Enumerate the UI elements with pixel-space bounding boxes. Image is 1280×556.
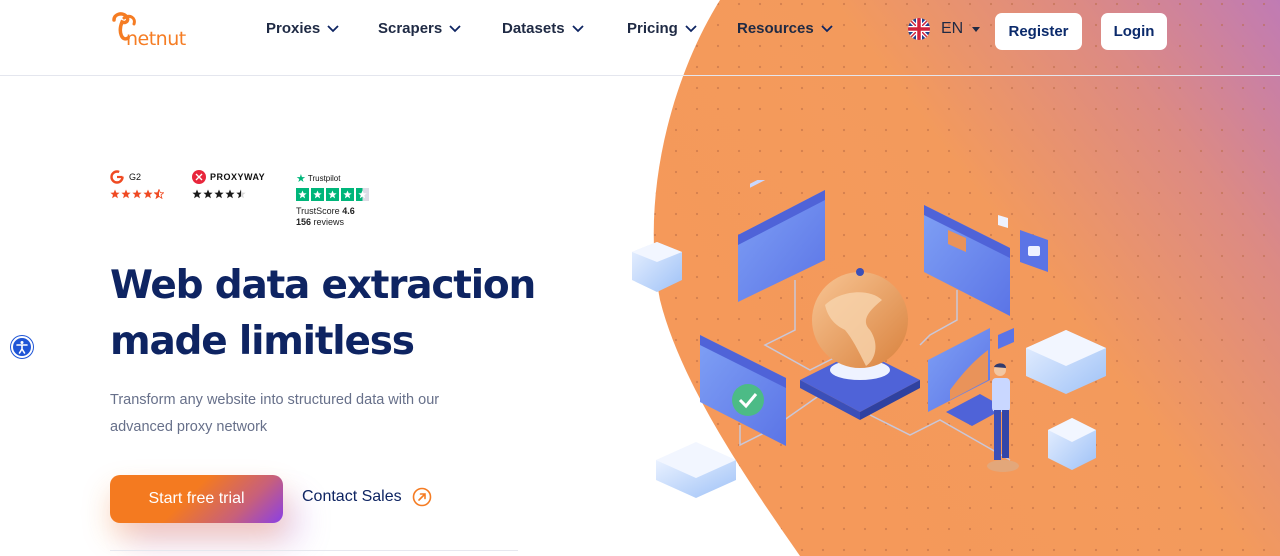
register-button[interactable]: Register	[995, 13, 1082, 50]
star-icon	[110, 189, 120, 199]
contact-sales-label: Contact Sales	[302, 488, 402, 505]
cube-icon	[1026, 330, 1106, 394]
hero-title: Web data extraction made limitless	[110, 258, 536, 370]
accessibility-button[interactable]	[11, 336, 33, 358]
verified-window-illustration	[700, 335, 786, 446]
proxyway-stars	[192, 189, 265, 199]
star-icon	[341, 188, 354, 201]
trustpilot-label: Trustpilot	[307, 174, 341, 183]
hero-title-line1: Web data extraction	[110, 263, 536, 308]
half-star-icon	[236, 189, 246, 199]
arrow-up-right-circle-icon	[412, 487, 431, 507]
login-button[interactable]: Login	[1101, 13, 1167, 50]
trustscore-value: 4.6	[342, 206, 355, 216]
proxyway-label: PROXYWAY	[210, 172, 266, 182]
half-star-icon	[356, 188, 369, 201]
globe-illustration	[800, 268, 920, 420]
nav-proxies[interactable]: Proxies	[266, 20, 339, 37]
nav-label: Datasets	[502, 20, 565, 37]
review-count: 156 reviews	[296, 217, 369, 227]
chevron-down-icon	[449, 24, 461, 32]
star-icon	[214, 189, 224, 199]
language-selector[interactable]: EN	[908, 18, 981, 40]
g2-logo-icon	[110, 170, 124, 184]
nav-resources[interactable]: Resources	[737, 20, 833, 37]
nav-label: Scrapers	[378, 20, 443, 37]
cube-icon	[1048, 418, 1096, 470]
nav-label: Pricing	[627, 20, 678, 37]
nav-label: Proxies	[266, 20, 321, 37]
star-icon	[132, 189, 142, 199]
trustpilot-stars	[296, 188, 369, 201]
uk-flag-icon	[908, 18, 930, 40]
chevron-down-icon	[821, 24, 833, 32]
trustpilot-rating[interactable]: ★ Trustpilot TrustScore 4.6 156 reviews	[296, 172, 369, 227]
accessibility-icon	[16, 341, 28, 354]
star-icon	[192, 189, 202, 199]
nav-scrapers[interactable]: Scrapers	[378, 20, 461, 37]
caret-down-icon	[972, 26, 981, 32]
star-icon	[143, 189, 153, 199]
trustpilot-star-icon: ★	[296, 173, 306, 185]
half-star-icon	[154, 189, 164, 199]
start-free-trial-button[interactable]: Start free trial	[110, 475, 283, 523]
g2-rating[interactable]: G2	[110, 170, 164, 199]
cube-icon	[656, 442, 736, 498]
language-label: EN	[941, 20, 964, 37]
divider	[110, 550, 518, 551]
proxyway-rating[interactable]: PROXYWAY	[192, 170, 265, 199]
chevron-down-icon	[571, 24, 584, 32]
star-icon	[326, 188, 339, 201]
star-icon	[225, 189, 235, 199]
g2-label: G2	[129, 172, 142, 182]
hero-illustration	[632, 180, 1106, 498]
dashboard-window-illustration	[924, 205, 1048, 316]
star-icon	[121, 189, 131, 199]
proxyway-logo-icon	[192, 170, 206, 184]
star-icon	[203, 189, 213, 199]
star-icon	[296, 188, 309, 201]
browser-window-illustration	[738, 180, 825, 302]
contact-sales-link[interactable]: Contact Sales	[302, 487, 432, 507]
cube-icon	[632, 242, 682, 292]
review-count-value: 156	[296, 217, 312, 227]
chevron-down-icon	[685, 24, 697, 32]
person-illustration	[987, 363, 1019, 472]
trustscore: TrustScore 4.6	[296, 206, 369, 216]
hero-title-line2: made limitless	[110, 319, 415, 364]
g2-stars	[110, 189, 164, 199]
nav-datasets[interactable]: Datasets	[502, 20, 584, 37]
site-header: netnut Proxies Scrapers Datasets Pricing…	[0, 0, 1280, 76]
trustscore-label: TrustScore	[296, 206, 340, 216]
star-icon	[311, 188, 324, 201]
hero-subtitle: Transform any website into structured da…	[110, 392, 440, 435]
nav-label: Resources	[737, 20, 814, 37]
review-count-label: reviews	[313, 217, 345, 227]
nav-pricing[interactable]: Pricing	[627, 20, 697, 37]
chevron-down-icon	[327, 24, 339, 32]
logo-wordmark[interactable]: netnut	[126, 28, 186, 50]
